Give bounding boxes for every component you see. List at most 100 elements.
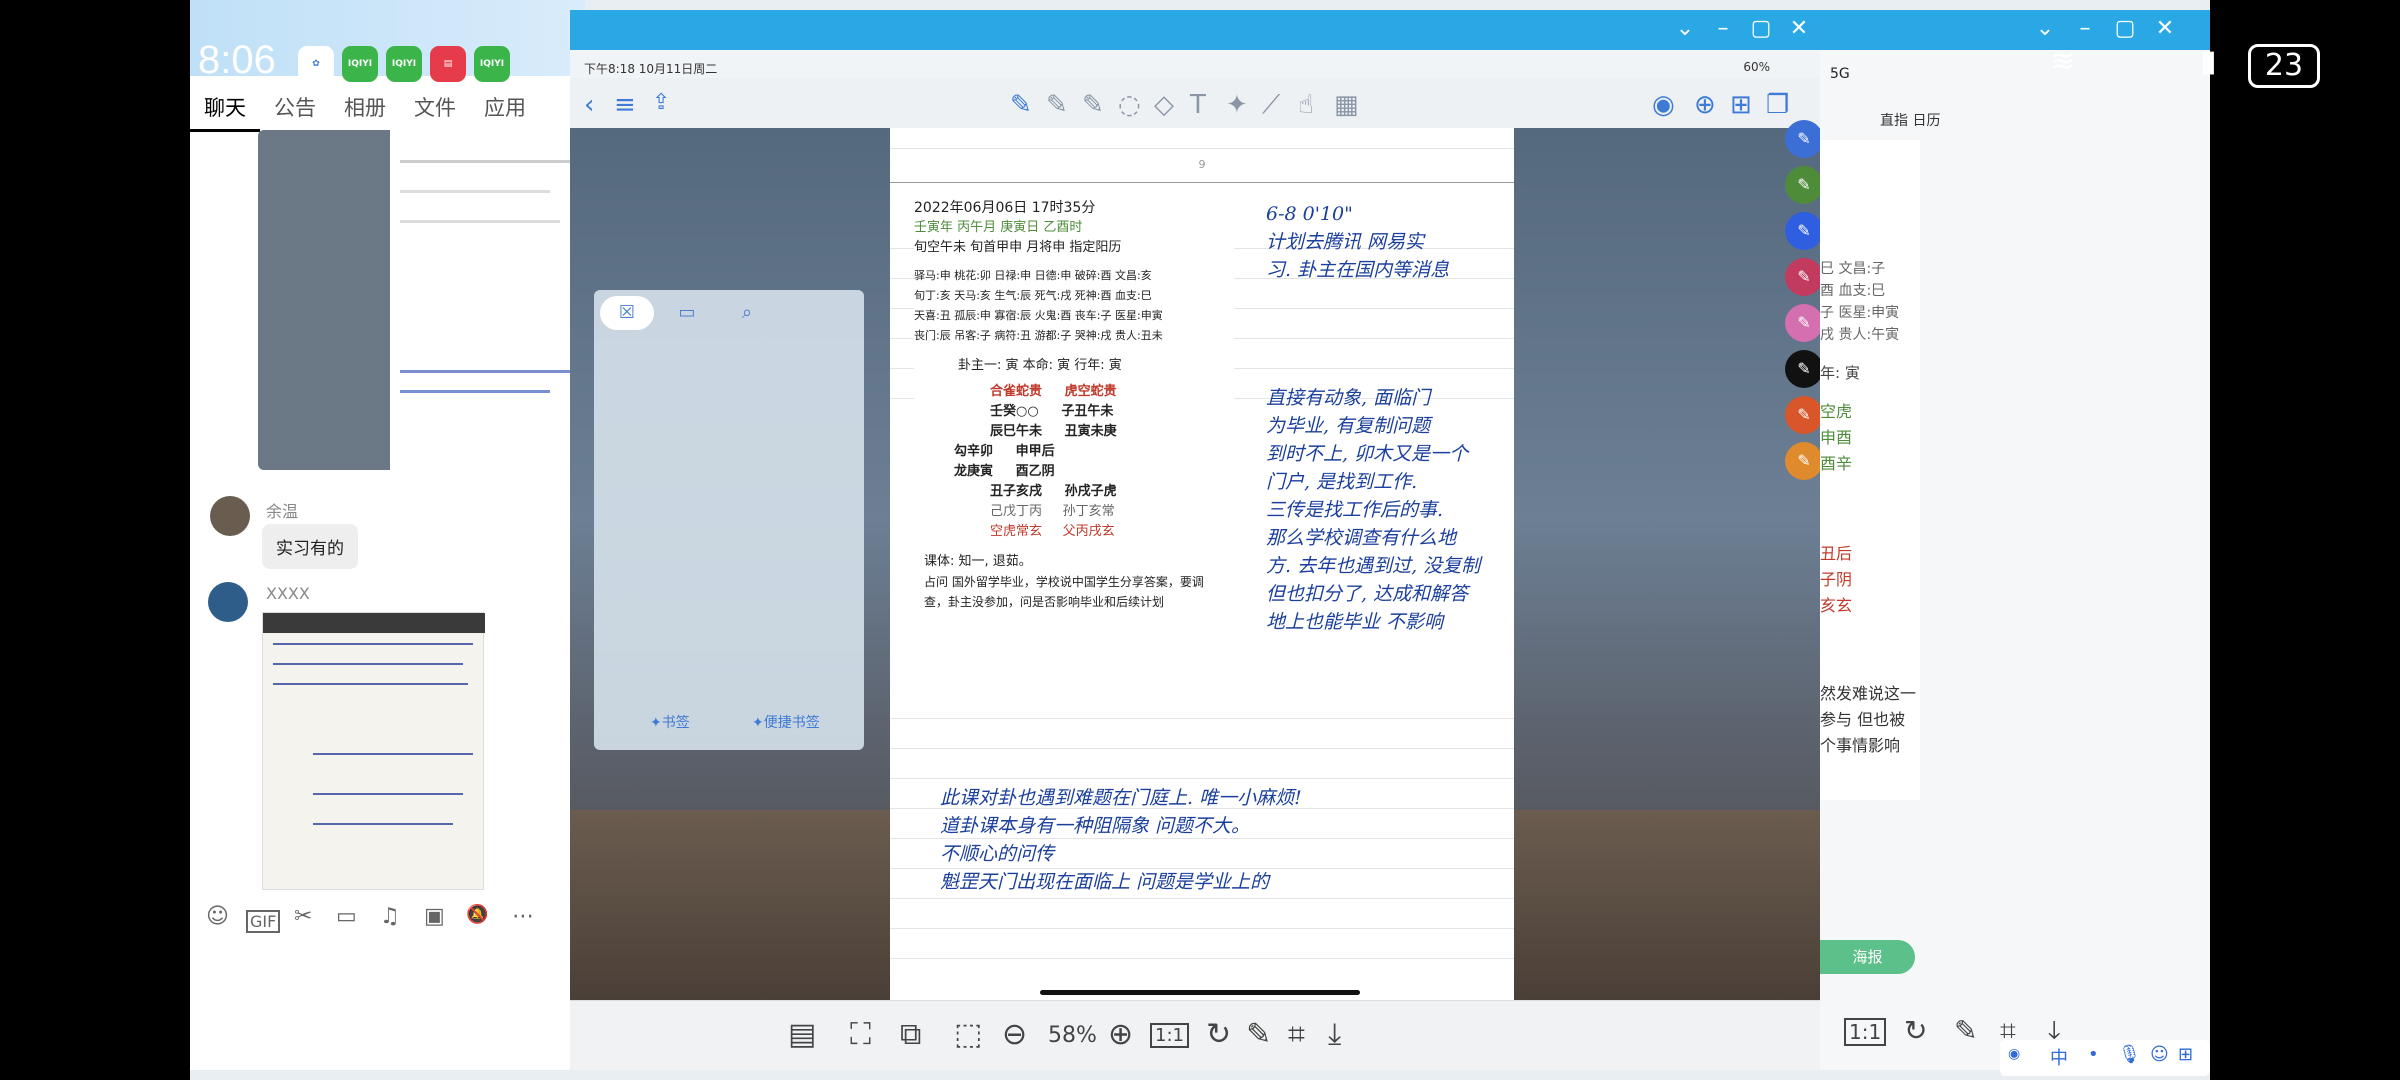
image-tool-icon[interactable]: ▦ (1334, 90, 1359, 120)
one-to-one-button[interactable]: 1:1 (1150, 1023, 1189, 1048)
background-window: ⌄ – ▢ ✕ 5G 直指 日历 巳 文昌:子 酉 血支:巳 子 医星:申寅 戌… (1820, 10, 2210, 1070)
message-bubble[interactable]: 实习有的 (262, 524, 358, 569)
notes-toolbar: ‹ ≡ ⇪ ✎ ✎ ✎ ◌ ◇ T ✦ ⟋ ☝ ▦ ◉ ⊕ ⊞ ❐ (570, 78, 1820, 128)
quick-bookmark-button[interactable]: ✦便捷书签 (752, 712, 820, 732)
handwriting-line: 三传是找工作后的事. (1266, 499, 1444, 521)
pages-icon[interactable]: ❐ (1766, 90, 1789, 120)
eraser-tool-icon[interactable]: ◇ (1154, 90, 1174, 120)
zoom-out-icon[interactable]: ⊖ (1002, 1017, 1027, 1052)
hand-tool-icon[interactable]: ☝ (1298, 90, 1314, 120)
app-icon-3[interactable]: IQIYI (386, 46, 422, 82)
compare-icon[interactable]: ⧉ (900, 1017, 921, 1052)
poster-button[interactable]: 海报 (1820, 940, 1915, 974)
tablet-statusbar: 下午8:18 10月11日周二 60% (570, 50, 1820, 78)
mic-icon[interactable]: ◉ (1652, 90, 1675, 120)
app-icon-1[interactable]: ✿ (298, 46, 334, 82)
tab-chat[interactable]: 聊天 (190, 84, 260, 132)
share-icon[interactable]: ⇪ (652, 90, 670, 115)
chart-question: 占问 国外留学毕业，学校说中国学生分享答案，要调查，卦主没参加，问是否影响毕业和… (924, 575, 1204, 609)
right-text: 个事情影响 (1820, 736, 1901, 755)
mic-icon[interactable]: 🎙 (2118, 1044, 2141, 1065)
lasso-tool-icon[interactable]: ◌ (1118, 90, 1141, 120)
crop-icon[interactable]: ⌗ (1288, 1017, 1305, 1052)
chevron-down-icon[interactable]: ⌄ (2030, 16, 2060, 41)
close-icon[interactable]: ✕ (1784, 16, 1814, 41)
tab-notice[interactable]: 公告 (260, 84, 330, 132)
pen-color-amber[interactable]: ✎ (1785, 442, 1820, 480)
music-icon[interactable]: ♫ (380, 904, 400, 929)
right-line: 丑后 (1820, 544, 1853, 563)
app-icon-2[interactable]: IQIYI (342, 46, 378, 82)
pen-color-blue[interactable]: ✎ (1785, 120, 1820, 158)
avatar[interactable] (210, 496, 250, 536)
zoom-in-icon[interactable]: ⊕ (1108, 1017, 1133, 1052)
image-viewer-window: ⌄ – ▢ ✕ 下午8:18 10月11日周二 60% ‹ ≡ ⇪ ✎ ✎ ✎ … (570, 10, 1820, 1070)
emoji-icon[interactable]: ☺ (206, 904, 229, 929)
close-icon[interactable]: ✕ (2150, 16, 2180, 41)
image-icon[interactable]: ▣ (424, 904, 445, 929)
pen-color-royal[interactable]: ✎ (1785, 212, 1820, 250)
avatar[interactable] (208, 582, 248, 622)
right-line: 子 医星:申寅 (1820, 305, 1900, 321)
chevron-down-icon[interactable]: ⌄ (1670, 16, 1700, 41)
edit-icon[interactable]: ✎ (1954, 1014, 1977, 1047)
ime-mode[interactable]: 中 (2050, 1044, 2068, 1070)
pen-tool-icon[interactable]: ✎ (1010, 90, 1032, 120)
pen-color-black[interactable]: ✎ (1785, 350, 1820, 388)
app-icon-4[interactable]: ▤ (430, 46, 466, 82)
rotate-icon[interactable]: ↻ (1904, 1014, 1927, 1047)
tab-files[interactable]: 文件 (400, 84, 470, 132)
tablet-screenshot: 下午8:18 10月11日周二 60% ‹ ≡ ⇪ ✎ ✎ ✎ ◌ ◇ T ✦ … (570, 50, 1820, 1000)
minimize-icon[interactable]: – (2070, 16, 2100, 41)
ruler-tool-icon[interactable]: ⟋ (1262, 90, 1280, 121)
maximize-icon[interactable]: ▢ (2110, 16, 2140, 41)
right-content-card: 巳 文昌:子 酉 血支:巳 子 医星:申寅 戌 贵人:午寅 年: 寅 空虎 申酉… (1820, 140, 1920, 800)
mute-icon[interactable]: 🔕 (466, 904, 488, 925)
actual-size-icon[interactable]: ⬚ (954, 1017, 982, 1052)
menu-icon[interactable]: ≡ (614, 90, 636, 120)
ime-logo-icon[interactable]: ◉ (2008, 1046, 2020, 1062)
minimize-icon[interactable]: – (1708, 16, 1738, 41)
grid-icon[interactable]: ⊞ (2178, 1044, 2193, 1065)
chart-line: 丑子亥戌 孙戌子虎 (990, 484, 1117, 499)
right-tabs[interactable]: 直指 日历 (1880, 110, 1940, 130)
folder-icon[interactable]: ▭ (336, 904, 357, 929)
text-tool-icon[interactable]: T (1190, 90, 1206, 120)
pen-color-pink[interactable]: ✎ (1785, 304, 1820, 342)
folder-tab-icon[interactable]: ▭ (660, 296, 714, 330)
tab-apps[interactable]: 应用 (470, 84, 540, 132)
app-icon-5[interactable]: IQIYI (474, 46, 510, 82)
bookmark-button[interactable]: ✦书签 (650, 712, 690, 732)
user-icon[interactable]: ☺ (2150, 1044, 2169, 1065)
sender-name: 余温 (266, 502, 299, 521)
gif-icon[interactable]: GIF (246, 910, 281, 933)
shensha-row: 天喜:丑 孤辰:申 寡宿:辰 火鬼:酉 丧车:子 医星:申寅 (914, 309, 1163, 322)
add-page-icon[interactable]: ⊕ (1694, 90, 1716, 120)
fit-screen-icon[interactable]: ⛶ (850, 1017, 871, 1052)
maximize-icon[interactable]: ▢ (1746, 16, 1776, 41)
punctuation-icon[interactable]: • (2088, 1044, 2099, 1065)
pencil-tool-icon[interactable]: ✎ (1046, 90, 1068, 120)
shape-tool-icon[interactable]: ✦ (1226, 90, 1248, 120)
home-indicator[interactable] (1040, 990, 1360, 995)
edit-icon[interactable]: ✎ (1246, 1017, 1271, 1052)
pen-color-orange[interactable]: ✎ (1785, 396, 1820, 434)
layout-icon[interactable]: ▤ (788, 1017, 816, 1052)
pen-color-green[interactable]: ✎ (1785, 166, 1820, 204)
grid-icon[interactable]: ⊞ (1730, 90, 1752, 120)
more-icon[interactable]: ⋯ (512, 904, 534, 929)
sender-name: XXXX (266, 584, 310, 603)
outline-tab-icon[interactable]: ☒ (600, 296, 654, 330)
handwritten-photo[interactable] (262, 612, 485, 890)
back-icon[interactable]: ‹ (584, 90, 594, 120)
pen-color-red[interactable]: ✎ (1785, 258, 1820, 296)
rotate-icon[interactable]: ↻ (1206, 1017, 1231, 1052)
handwriting-line: 习. 卦主在国内等消息 (1266, 259, 1450, 281)
handwriting-line: 直接有动象, 面临门 (1266, 387, 1431, 409)
download-icon[interactable]: ⤓ (1328, 1017, 1341, 1052)
tab-album[interactable]: 相册 (330, 84, 400, 132)
scissors-icon[interactable]: ✂ (294, 904, 312, 929)
search-icon[interactable]: ⌕ (720, 296, 774, 330)
highlighter-tool-icon[interactable]: ✎ (1082, 90, 1104, 120)
one-to-one-button[interactable]: 1:1 (1844, 1018, 1887, 1046)
